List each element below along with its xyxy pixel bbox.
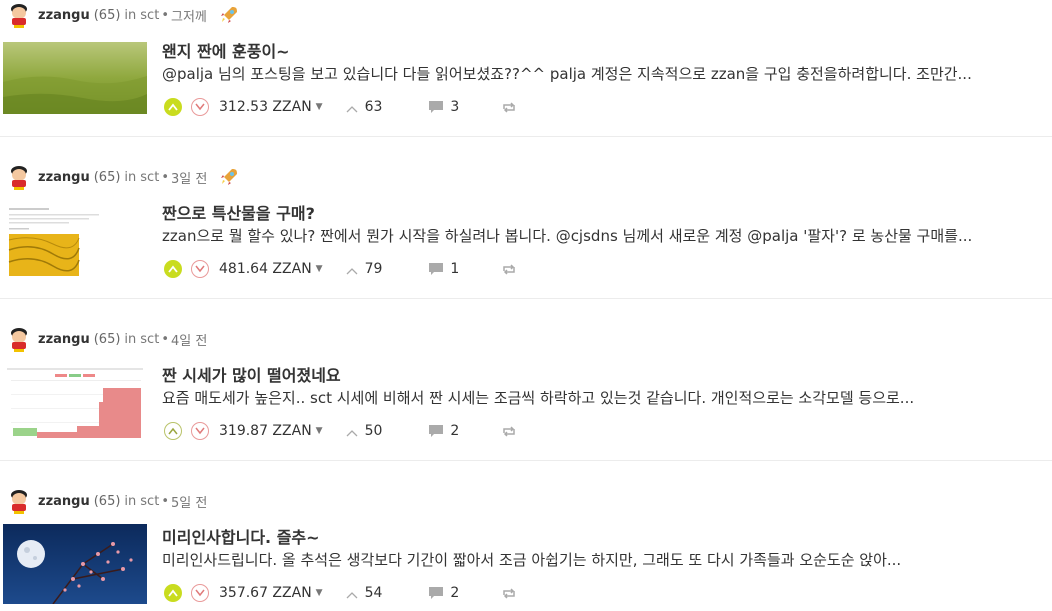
comment-count[interactable]: 2 <box>450 423 459 439</box>
in-label: in <box>124 169 137 185</box>
post-thumbnail[interactable] <box>3 42 147 114</box>
reblog-icon[interactable] <box>501 100 517 114</box>
chevron-up-icon <box>345 426 359 437</box>
upvote-button[interactable] <box>164 98 182 116</box>
divider <box>0 298 1052 299</box>
author-name[interactable]: zzangu <box>38 332 90 347</box>
post-excerpt[interactable]: zzan으로 뭘 할수 있나? 짠에서 뭔가 시작을 하실려나 봅니다. @cj… <box>162 225 1050 246</box>
chevron-down-icon[interactable]: ▼ <box>316 588 323 598</box>
separator-dot: • <box>161 331 169 347</box>
avatar[interactable] <box>6 2 32 28</box>
reblog-icon[interactable] <box>501 586 517 600</box>
author-reputation: (65) <box>93 7 121 23</box>
post-title[interactable]: 짠으로 특산물을 구매? <box>162 200 315 224</box>
divider <box>0 136 1052 137</box>
post-title[interactable]: 미리인사합니다. 즐추~ <box>162 524 320 548</box>
in-label: in <box>124 7 137 23</box>
author-reputation: (65) <box>93 169 121 185</box>
post-time[interactable]: 그저께 <box>171 6 207 25</box>
upvote-button[interactable] <box>164 260 182 278</box>
separator-dot: • <box>161 7 169 23</box>
post-item: zzangu (65) in sct • 4일 전 짠 시세가 많이 떨어졌네요… <box>0 324 1052 486</box>
avatar[interactable] <box>6 326 32 352</box>
payout-value[interactable]: 481.64 ZZAN <box>219 261 312 277</box>
post-time[interactable]: 5일 전 <box>171 492 207 511</box>
comment-icon[interactable] <box>428 586 444 600</box>
category-link[interactable]: sct <box>140 170 159 185</box>
post-footer: 312.53 ZZAN ▼ 63 3 <box>164 96 517 118</box>
downvote-button[interactable] <box>191 260 209 278</box>
post-excerpt[interactable]: 미리인사드립니다. 올 추석은 생각보다 기간이 짧아서 조금 아쉽기는 하지만… <box>162 549 1050 570</box>
upvote-button[interactable] <box>164 584 182 602</box>
post-item: zzangu (65) in sct • 5일 전 미리인사합니다. 즐추~ 미… <box>0 486 1052 611</box>
payout-value[interactable]: 357.67 ZZAN <box>219 585 312 601</box>
post-excerpt[interactable]: 요즘 매도세가 높은지.. sct 시세에 비해서 짠 시세는 조금씩 하락하고… <box>162 387 1050 408</box>
vote-count[interactable]: 63 <box>365 99 383 115</box>
downvote-button[interactable] <box>191 422 209 440</box>
chevron-up-icon <box>345 102 359 113</box>
divider <box>0 460 1052 461</box>
vote-count[interactable]: 79 <box>365 261 383 277</box>
post-title[interactable]: 왠지 짠에 훈풍이~ <box>162 38 290 62</box>
post-header: zzangu (65) in sct • 4일 전 <box>6 324 207 354</box>
avatar[interactable] <box>6 488 32 514</box>
payout-value[interactable]: 319.87 ZZAN <box>219 423 312 439</box>
post-item: zzangu (65) in sct • 그저께 왠지 짠에 훈풍이~ @pal… <box>0 0 1052 162</box>
post-footer: 481.64 ZZAN ▼ 79 1 <box>164 258 517 280</box>
post-title[interactable]: 짠 시세가 많이 떨어졌네요 <box>162 362 341 386</box>
in-label: in <box>124 493 137 509</box>
chevron-up-icon <box>345 264 359 275</box>
post-header: zzangu (65) in sct • 5일 전 <box>6 486 207 516</box>
author-name[interactable]: zzangu <box>38 8 90 23</box>
vote-count[interactable]: 54 <box>365 585 383 601</box>
chevron-down-icon[interactable]: ▼ <box>316 102 323 112</box>
author-name[interactable]: zzangu <box>38 170 90 185</box>
reblog-icon[interactable] <box>501 424 517 438</box>
post-thumbnail[interactable] <box>3 204 147 276</box>
comment-icon[interactable] <box>428 262 444 276</box>
author-reputation: (65) <box>93 493 121 509</box>
in-label: in <box>124 331 137 347</box>
category-link[interactable]: sct <box>140 494 159 509</box>
comment-count[interactable]: 1 <box>450 261 459 277</box>
vote-count[interactable]: 50 <box>365 423 383 439</box>
comment-count[interactable]: 2 <box>450 585 459 601</box>
post-time[interactable]: 3일 전 <box>171 168 207 187</box>
payout-value[interactable]: 312.53 ZZAN <box>219 99 312 115</box>
comment-count[interactable]: 3 <box>450 99 459 115</box>
category-link[interactable]: sct <box>140 8 159 23</box>
comment-icon[interactable] <box>428 100 444 114</box>
reblog-icon[interactable] <box>501 262 517 276</box>
separator-dot: • <box>161 169 169 185</box>
chevron-up-icon <box>345 588 359 599</box>
post-time[interactable]: 4일 전 <box>171 330 207 349</box>
post-footer: 319.87 ZZAN ▼ 50 2 <box>164 420 517 442</box>
post-thumbnail[interactable] <box>3 366 147 438</box>
author-reputation: (65) <box>93 331 121 347</box>
post-excerpt[interactable]: @palja 님의 포스팅을 보고 있습니다 다들 읽어보셨죠??^^ palj… <box>162 63 1050 84</box>
separator-dot: • <box>161 493 169 509</box>
post-header: zzangu (65) in sct • 3일 전 <box>6 162 239 192</box>
post-header: zzangu (65) in sct • 그저께 <box>6 0 239 30</box>
category-link[interactable]: sct <box>140 332 159 347</box>
chevron-down-icon[interactable]: ▼ <box>316 264 323 274</box>
post-thumbnail[interactable] <box>3 524 147 604</box>
avatar[interactable] <box>6 164 32 190</box>
comment-icon[interactable] <box>428 424 444 438</box>
downvote-button[interactable] <box>191 584 209 602</box>
post-item: zzangu (65) in sct • 3일 전 짠으로 특산물을 구매? z… <box>0 162 1052 324</box>
author-name[interactable]: zzangu <box>38 494 90 509</box>
rocket-icon <box>219 5 239 25</box>
upvote-button[interactable] <box>164 422 182 440</box>
post-feed: zzangu (65) in sct • 그저께 왠지 짠에 훈풍이~ @pal… <box>0 0 1052 611</box>
chevron-down-icon[interactable]: ▼ <box>316 426 323 436</box>
downvote-button[interactable] <box>191 98 209 116</box>
rocket-icon <box>219 167 239 187</box>
post-footer: 357.67 ZZAN ▼ 54 2 <box>164 582 517 604</box>
